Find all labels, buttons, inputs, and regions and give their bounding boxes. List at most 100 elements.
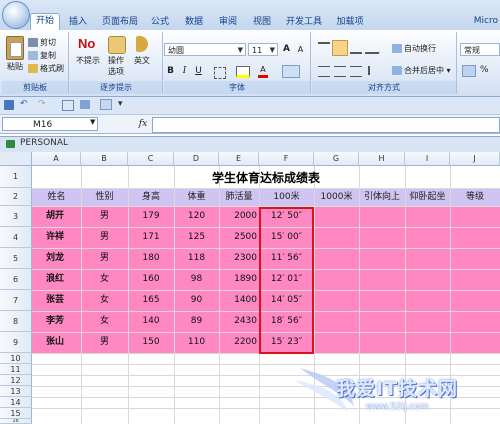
select-all-corner[interactable]: [0, 152, 32, 166]
paste-button[interactable]: 粘贴: [4, 61, 26, 72]
chevron-down-icon[interactable]: ▼: [90, 118, 95, 126]
english-button[interactable]: 英文: [132, 55, 152, 66]
column-header-e[interactable]: E: [219, 152, 259, 166]
column-header-c[interactable]: C: [128, 152, 174, 166]
cell-weight[interactable]: 90: [174, 290, 219, 311]
cell-gender[interactable]: 男: [81, 227, 128, 248]
print-preview-icon[interactable]: [62, 100, 74, 111]
fill-color-icon[interactable]: [236, 66, 250, 78]
tab-insert[interactable]: 插入: [64, 15, 92, 30]
row-header[interactable]: 12: [0, 375, 32, 386]
cell-name[interactable]: 李芳: [32, 311, 81, 332]
row-header[interactable]: 13: [0, 386, 32, 397]
formula-input[interactable]: [152, 117, 500, 133]
header-cell-height[interactable]: 身高: [128, 189, 174, 206]
customize-qat-icon[interactable]: ▾: [118, 99, 123, 109]
tab-formulas[interactable]: 公式: [146, 15, 174, 30]
operation-options-button[interactable]: 操作选项: [106, 55, 126, 77]
font-name-select[interactable]: 幼圆 ▼: [164, 43, 246, 56]
undo-icon[interactable]: ↶: [20, 99, 28, 109]
row-header[interactable]: 14: [0, 397, 32, 408]
header-cell-sit-ups[interactable]: 仰卧起坐: [405, 189, 450, 206]
grow-font-button[interactable]: A: [280, 43, 293, 56]
tab-review[interactable]: 审阅: [214, 15, 242, 30]
operation-icon[interactable]: [108, 36, 126, 54]
cell-lung-capacity[interactable]: 1400: [219, 290, 257, 311]
bold-button[interactable]: B: [164, 65, 177, 78]
row-header[interactable]: 8: [0, 311, 32, 332]
format-painter-button[interactable]: 格式刷: [28, 63, 64, 74]
row-header[interactable]: 15: [0, 408, 32, 419]
copy-button[interactable]: 复制: [28, 50, 56, 61]
header-cell-1000m[interactable]: 1000米: [314, 189, 359, 206]
cell-height[interactable]: 179: [128, 206, 174, 227]
row-header[interactable]: 6: [0, 269, 32, 290]
align-bottom-icon[interactable]: [350, 42, 362, 54]
row-header[interactable]: 5: [0, 248, 32, 269]
cell-gender[interactable]: 女: [81, 290, 128, 311]
cell-weight[interactable]: 110: [174, 332, 219, 353]
align-middle-icon[interactable]: [332, 40, 348, 56]
sheet-title[interactable]: 学生体育达标成绩表: [32, 168, 500, 189]
column-header-g[interactable]: G: [314, 152, 359, 166]
no-prompt-icon[interactable]: No: [78, 36, 95, 51]
row-header[interactable]: 16: [0, 419, 32, 424]
row-header[interactable]: 7: [0, 290, 32, 311]
cell-name[interactable]: 胡开: [32, 206, 81, 227]
merge-center-button[interactable]: 合并后居中 ▾: [392, 65, 451, 76]
column-header-f[interactable]: F: [259, 152, 314, 166]
header-cell-name[interactable]: 姓名: [32, 189, 81, 206]
italic-button[interactable]: I: [178, 65, 191, 78]
tab-developer[interactable]: 开发工具: [282, 15, 326, 30]
wrap-text-button[interactable]: 自动换行: [392, 43, 436, 54]
cell-gender[interactable]: 女: [81, 269, 128, 290]
align-center-icon[interactable]: [334, 66, 346, 77]
cell-name[interactable]: 刘龙: [32, 248, 81, 269]
tab-data[interactable]: 数据: [180, 15, 208, 30]
header-cell-grade[interactable]: 等级: [450, 189, 500, 206]
cut-button[interactable]: 剪切: [28, 37, 56, 48]
column-header-i[interactable]: I: [405, 152, 450, 166]
cell-name[interactable]: 张芸: [32, 290, 81, 311]
cell-weight[interactable]: 120: [174, 206, 219, 227]
indent-icon[interactable]: [368, 66, 382, 75]
currency-icon[interactable]: [462, 65, 476, 77]
cell-name[interactable]: 许祥: [32, 227, 81, 248]
cell-weight[interactable]: 118: [174, 248, 219, 269]
column-header-d[interactable]: D: [174, 152, 219, 166]
row-header[interactable]: 11: [0, 364, 32, 375]
tab-addins[interactable]: 加载项: [332, 15, 368, 30]
tab-page-layout[interactable]: 页面布局: [98, 15, 142, 30]
no-prompt-button[interactable]: 不提示: [74, 55, 102, 66]
cell-height[interactable]: 150: [128, 332, 174, 353]
name-box[interactable]: M16: [2, 117, 98, 131]
office-button[interactable]: [2, 1, 30, 29]
cell-weight[interactable]: 125: [174, 227, 219, 248]
header-cell-gender[interactable]: 性别: [81, 189, 128, 206]
cell-weight[interactable]: 98: [174, 269, 219, 290]
column-header-h[interactable]: H: [359, 152, 405, 166]
number-format-select[interactable]: 常规: [460, 43, 500, 56]
row-header[interactable]: 1: [0, 166, 32, 188]
borders-icon[interactable]: [214, 67, 226, 79]
row-header[interactable]: 3: [0, 206, 32, 227]
cell-lung-capacity[interactable]: 2430: [219, 311, 257, 332]
column-header-a[interactable]: A: [32, 152, 81, 166]
cell-height[interactable]: 165: [128, 290, 174, 311]
percent-icon[interactable]: %: [480, 65, 489, 75]
header-cell-100m[interactable]: 100米: [259, 189, 314, 206]
speaker-icon[interactable]: [136, 36, 148, 52]
align-left-icon[interactable]: [318, 66, 330, 77]
form-icon[interactable]: [100, 99, 112, 110]
cell-name[interactable]: 浪红: [32, 269, 81, 290]
cell-height[interactable]: 160: [128, 269, 174, 290]
cell-lung-capacity[interactable]: 1890: [219, 269, 257, 290]
shrink-font-button[interactable]: A: [294, 43, 307, 56]
cell-height[interactable]: 171: [128, 227, 174, 248]
column-header-b[interactable]: B: [81, 152, 128, 166]
cell-weight[interactable]: 89: [174, 311, 219, 332]
cell-gender[interactable]: 男: [81, 332, 128, 353]
redo-icon[interactable]: ↷: [38, 99, 46, 109]
header-cell-weight[interactable]: 体重: [174, 189, 219, 206]
cell-lung-capacity[interactable]: 2500: [219, 227, 257, 248]
